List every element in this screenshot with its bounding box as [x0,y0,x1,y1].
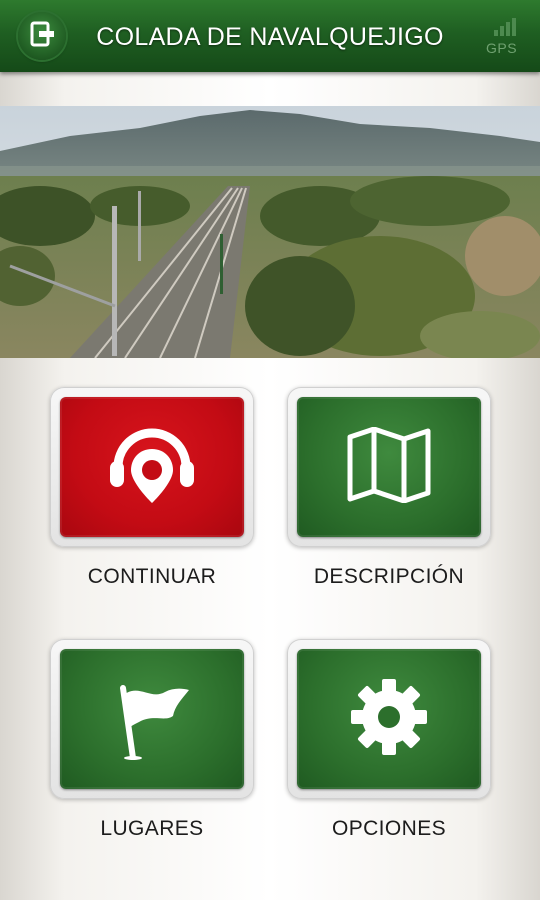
gps-indicator: GPS [484,16,524,56]
places-button[interactable] [60,649,244,789]
gear-icon [347,675,431,764]
description-label: DESCRIPCIÓN [313,565,465,588]
exit-icon [28,20,56,53]
options-tile[interactable] [287,639,491,799]
continue-tile[interactable] [50,387,254,547]
route-photo [0,106,540,358]
description-tile[interactable] [287,387,491,547]
places-tile[interactable] [50,639,254,799]
audio-guide-pin-icon [104,417,200,518]
exit-button[interactable] [18,12,66,60]
options-button[interactable] [297,649,481,789]
continue-label: CONTINUAR [87,565,217,588]
options-label: OPCIONES [331,817,447,840]
app-title: COLADA DE NAVALQUEJIGO [96,23,444,51]
gps-label: GPS [486,40,518,56]
description-button[interactable] [297,397,481,537]
top-bar: COLADA DE NAVALQUEJIGO GPS [0,0,540,72]
map-icon [346,426,432,508]
flag-icon [109,674,195,765]
places-label: LUGARES [100,817,204,840]
continue-button[interactable] [60,397,244,537]
